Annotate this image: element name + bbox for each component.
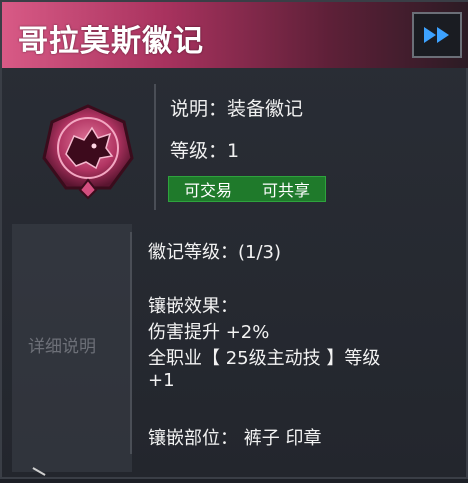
dragon-emblem-icon [42,104,134,200]
inlay-slots: 镶嵌部位： 裤子 印章 [148,428,322,449]
effect-line-skill-bonus: +1 [148,370,175,391]
emblem-grade: 徽记等级：(1/3) [148,242,282,263]
tradable-tag: 可交易 [183,181,232,200]
item-description: 说明：装备徽记 [170,98,304,120]
fast-forward-icon [424,27,449,43]
detail-divider [130,232,132,454]
effect-line-damage: 伤害提升 +2% [148,322,270,343]
tooltip-header: 哥拉莫斯徽记 [2,2,468,68]
info-divider [154,84,156,210]
item-tooltip-panel: 哥拉莫斯徽记 说明：装备徽记 等级：1 可交易 可共享 详细说明 徽记等级：(1… [0,0,468,483]
shareable-tag: 可共享 [261,181,310,200]
item-level: 等级：1 [170,140,240,162]
trade-status-badge: 可交易 可共享 [168,176,326,202]
item-title: 哥拉莫斯徽记 [18,24,204,59]
effect-line-skill-level: 全职业【 25级主动技 】等级 [148,348,381,369]
detail-explanation-label: 详细说明 [28,337,96,357]
fast-forward-button[interactable] [412,12,462,58]
inlay-effect-heading: 镶嵌效果： [148,296,238,317]
